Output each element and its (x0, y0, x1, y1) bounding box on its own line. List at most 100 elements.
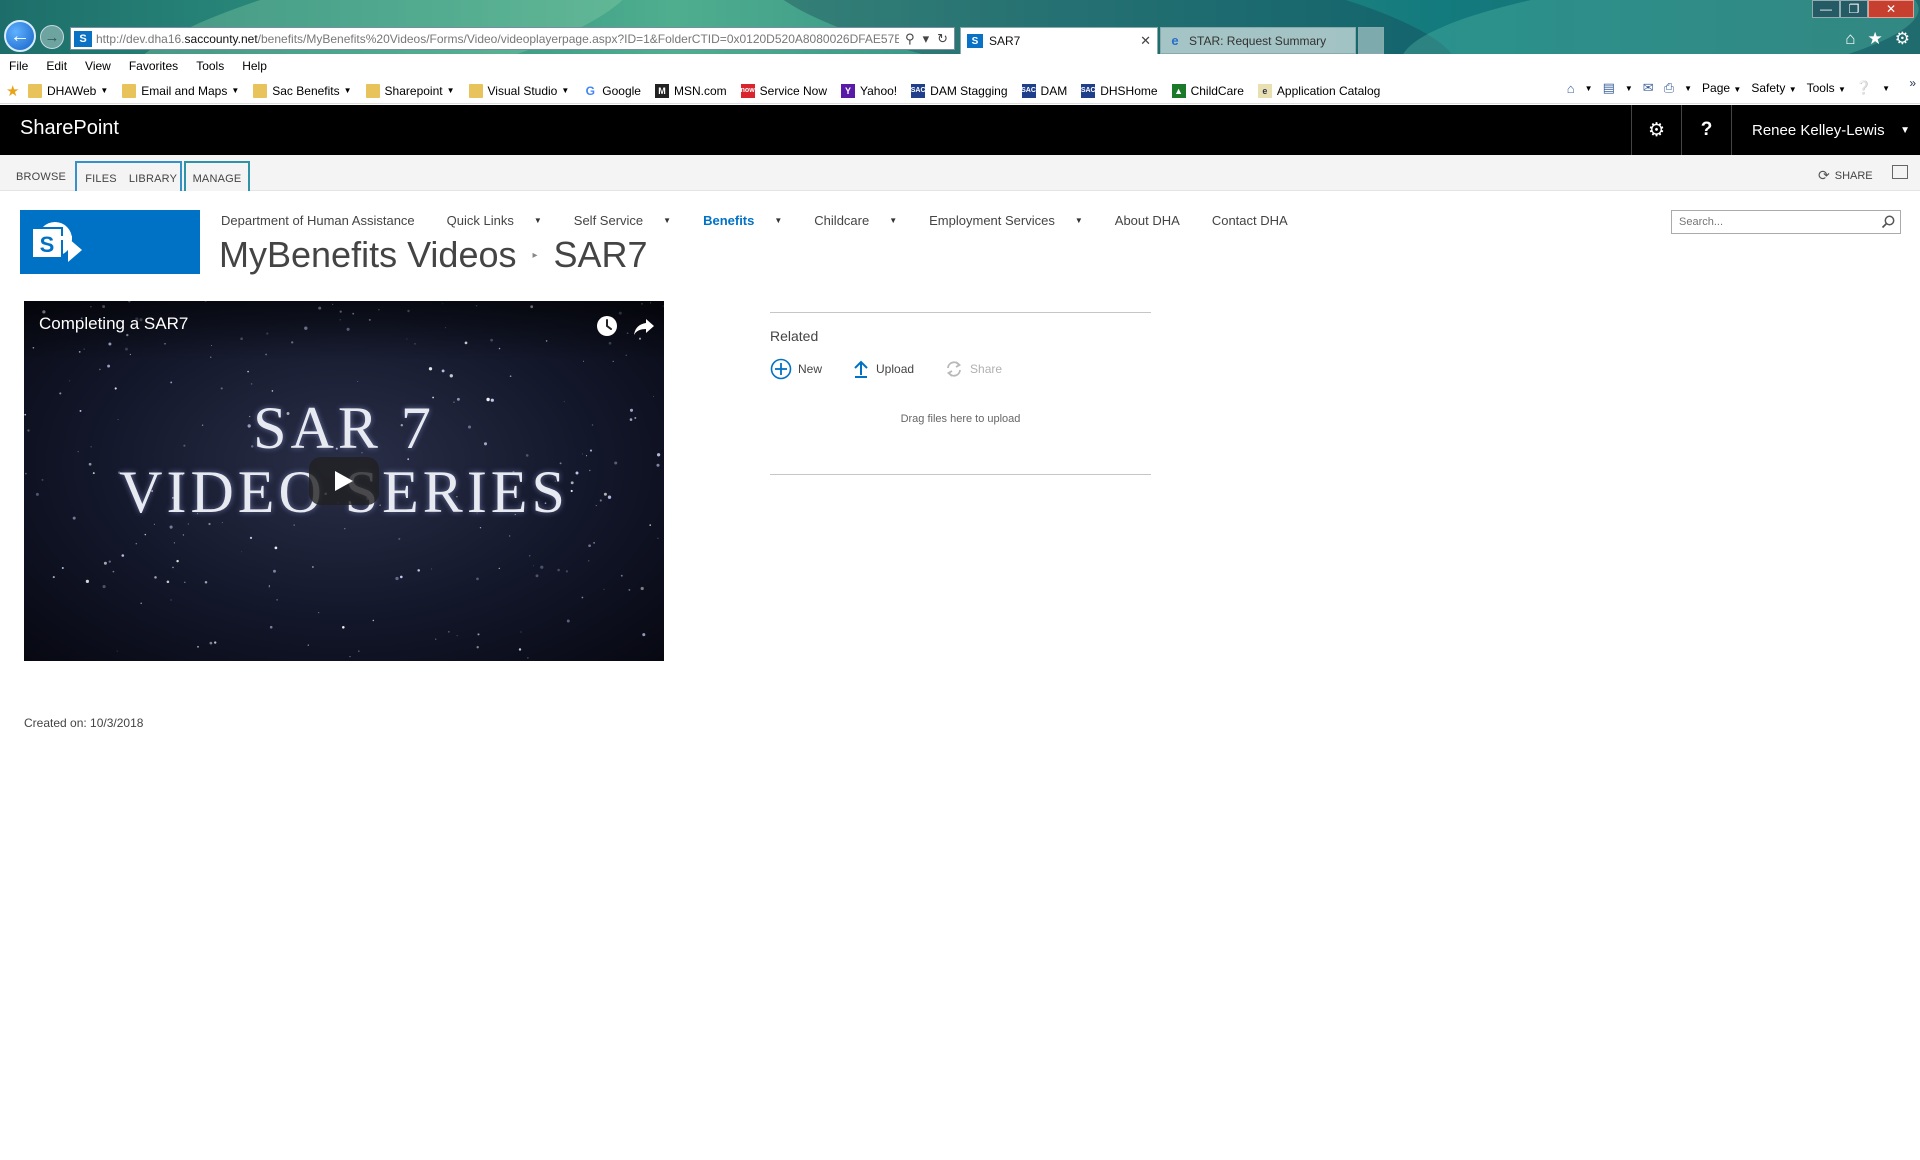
folder-icon (365, 83, 380, 98)
back-button[interactable]: ← (4, 20, 36, 52)
forward-button[interactable]: → (40, 25, 64, 49)
safety-menu[interactable]: Safety ▼ (1751, 81, 1796, 95)
help-icon[interactable]: ❔ (1856, 80, 1872, 96)
favorite-sharepoint[interactable]: Sharepoint ▼ (365, 83, 455, 98)
favorite-dhaweb[interactable]: DHAWeb ▼ (28, 83, 108, 98)
related-panel: Related New Upload Share Drag files here… (770, 312, 1151, 475)
add-favorite-star-icon[interactable]: ★ (6, 83, 22, 100)
play-button[interactable] (309, 457, 379, 505)
favorite-childcare[interactable]: ▲ ChildCare (1171, 83, 1244, 98)
favorite-service-now[interactable]: now Service Now (740, 83, 827, 98)
menu-edit[interactable]: Edit (37, 59, 76, 73)
home-icon[interactable]: ⌂ (1845, 29, 1855, 49)
new-tab-button[interactable] (1358, 27, 1384, 54)
close-window-icon[interactable]: ✕ (1868, 0, 1914, 18)
share-button[interactable]: ⟳ SHARE (1818, 167, 1873, 184)
favorite-google[interactable]: G Google (583, 84, 641, 98)
nav-childcare[interactable]: Childcare ▼ (814, 213, 897, 228)
favorite-dam-stagging[interactable]: SAC DAM Stagging (911, 83, 1008, 98)
caret-down-icon[interactable]: ▼ (1585, 84, 1593, 93)
favorite-sac-benefits[interactable]: Sac Benefits ▼ (253, 83, 352, 98)
upload-button[interactable]: Upload (852, 359, 914, 379)
search-icon[interactable] (1880, 214, 1896, 230)
menu-favorites[interactable]: Favorites (120, 59, 187, 73)
share-document-button[interactable]: Share (944, 359, 1002, 379)
nav-label: Employment Services (929, 213, 1055, 228)
upload-arrow-icon (854, 360, 868, 378)
tab-library[interactable]: LIBRARY (125, 165, 181, 193)
share-arrow-icon[interactable] (632, 314, 656, 338)
favorite-visual-studio[interactable]: Visual Studio ▼ (468, 83, 569, 98)
nav-employment-services[interactable]: Employment Services ▼ (929, 213, 1083, 228)
caret-down-icon: ▼ (446, 86, 455, 95)
restore-icon[interactable]: ❐ (1840, 0, 1868, 18)
mail-icon[interactable]: ✉ (1643, 80, 1654, 96)
favorite-email-and-maps[interactable]: Email and Maps ▼ (122, 83, 239, 98)
nav-benefits[interactable]: Benefits ▼ (703, 213, 782, 228)
nav-self-service[interactable]: Self Service ▼ (574, 213, 671, 228)
caret-down-icon[interactable]: ▼ (1075, 216, 1083, 225)
nav-contact-dha[interactable]: Contact DHA (1212, 213, 1288, 228)
caret-down-icon[interactable]: ▼ (663, 216, 671, 225)
browser-tab-star[interactable]: e STAR: Request Summary (1160, 27, 1356, 54)
help-button[interactable]: ? (1681, 105, 1731, 155)
address-url[interactable]: http://dev.dha16.saccounty.net/benefits/… (96, 32, 899, 46)
new-document-button[interactable]: New (770, 358, 822, 380)
caret-down-icon[interactable]: ▼ (1882, 84, 1890, 93)
chevron-more-icon[interactable]: » (1909, 76, 1916, 90)
browser-menu-bar: File Edit View Favorites Tools Help (0, 54, 1920, 78)
caret-down-icon[interactable]: ▼ (1684, 84, 1692, 93)
caret-down-icon[interactable]: ▼ (1625, 84, 1633, 93)
site-logo[interactable]: S (20, 210, 200, 274)
upload-drop-zone[interactable]: Drag files here to upload (770, 413, 1151, 425)
tab-browse[interactable]: BROWSE (12, 163, 70, 191)
sac-icon: SAC (1021, 83, 1036, 98)
breadcrumb-library-link[interactable]: MyBenefits Videos (219, 234, 517, 276)
close-tab-icon[interactable]: ✕ (1140, 33, 1151, 49)
page-menu-label: Page (1702, 81, 1731, 95)
menu-help[interactable]: Help (233, 59, 276, 73)
nav-department-of-human-assistance[interactable]: Department of Human Assistance (221, 213, 415, 228)
gear-icon[interactable]: ⚙ (1895, 29, 1910, 49)
favorite-dhshome[interactable]: SAC DHSHome (1081, 83, 1158, 98)
sharepoint-brand[interactable]: SharePoint (20, 117, 119, 140)
watch-later-clock-icon[interactable] (595, 314, 619, 338)
favorite-label: Email and Maps (141, 83, 228, 98)
nav-quick-links[interactable]: Quick Links ▼ (447, 213, 542, 228)
search-input[interactable] (1677, 215, 1867, 229)
dropdown-icon[interactable]: ▾ (923, 31, 930, 47)
tools-menu[interactable]: Tools ▼ (1807, 81, 1846, 95)
focus-on-content-icon[interactable] (1892, 165, 1908, 179)
top-navigation: Department of Human Assistance Quick Lin… (221, 213, 1320, 228)
favorite-msn[interactable]: M MSN.com (654, 83, 727, 98)
favorite-dam[interactable]: SAC DAM (1021, 83, 1067, 98)
minimize-icon[interactable]: — (1812, 0, 1840, 18)
menu-view[interactable]: View (76, 59, 120, 73)
caret-down-icon[interactable]: ▼ (534, 216, 542, 225)
tab-files[interactable]: FILES (81, 165, 121, 193)
favorites-star-icon[interactable]: ★ (1868, 29, 1883, 49)
video-title[interactable]: Completing a SAR7 (39, 314, 188, 334)
favorite-application-catalog[interactable]: e Application Catalog (1257, 83, 1380, 98)
browser-tab-sar7[interactable]: S SAR7 ✕ (960, 27, 1158, 54)
settings-button[interactable]: ⚙ (1631, 105, 1681, 155)
caret-down-icon[interactable]: ▼ (774, 216, 782, 225)
search-icon[interactable]: ⚲ (905, 31, 915, 47)
rss-feed-icon[interactable]: ▤ (1603, 80, 1615, 96)
print-icon[interactable]: ⎙ (1664, 80, 1674, 96)
refresh-icon[interactable]: ↻ (937, 31, 948, 47)
home-icon[interactable]: ⌂ (1567, 81, 1575, 96)
tab-manage[interactable]: MANAGE (188, 165, 246, 193)
user-menu[interactable]: Renee Kelley-Lewis ▼ (1731, 105, 1920, 155)
menu-file[interactable]: File (0, 59, 37, 73)
page-menu[interactable]: Page ▼ (1702, 81, 1741, 95)
video-player[interactable]: Completing a SAR7 SAR 7 VIDEO SERIES (24, 301, 664, 661)
favorite-yahoo[interactable]: Y Yahoo! (841, 83, 897, 98)
address-bar[interactable]: S http://dev.dha16.saccounty.net/benefit… (70, 27, 955, 50)
tools-menu-label: Tools (1806, 81, 1835, 95)
library-tools-tab-group: FILES LIBRARY (75, 161, 182, 191)
caret-down-icon[interactable]: ▼ (889, 216, 897, 225)
nav-about-dha[interactable]: About DHA (1115, 213, 1180, 228)
share-label: SHARE (1834, 169, 1873, 182)
menu-tools[interactable]: Tools (187, 59, 233, 73)
